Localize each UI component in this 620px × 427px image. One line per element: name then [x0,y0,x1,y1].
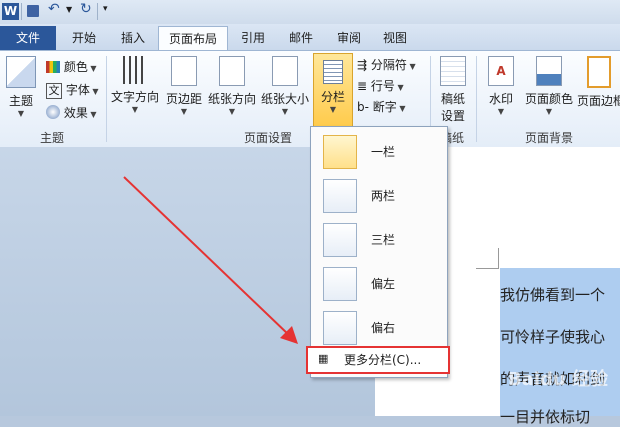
more-columns-button[interactable]: ▦ 更多分栏(C)... [306,346,450,374]
more-columns-icon: ▦ [318,352,329,365]
one-column-icon [323,135,357,169]
menu-item-right[interactable]: 偏右 [317,307,441,347]
menu-item-label: 一栏 [371,145,396,159]
menu-item-label: 三栏 [371,233,396,247]
more-columns-label: 更多分栏(C)... [344,353,422,367]
three-columns-icon [323,223,357,257]
menu-item-left[interactable]: 偏左 [317,263,441,303]
two-columns-icon [323,179,357,213]
right-column-icon [323,311,357,345]
menu-item-label: 两栏 [371,189,396,203]
menu-item-label: 偏左 [371,277,396,291]
menu-item-label: 偏右 [371,321,396,335]
left-column-icon [323,267,357,301]
columns-dropdown-menu: 一栏 两栏 三栏 偏左 偏右 [310,126,448,378]
menu-item-two-columns[interactable]: 两栏 [317,175,441,215]
menu-item-one-column[interactable]: 一栏 [317,131,441,171]
menu-item-three-columns[interactable]: 三栏 [317,219,441,259]
